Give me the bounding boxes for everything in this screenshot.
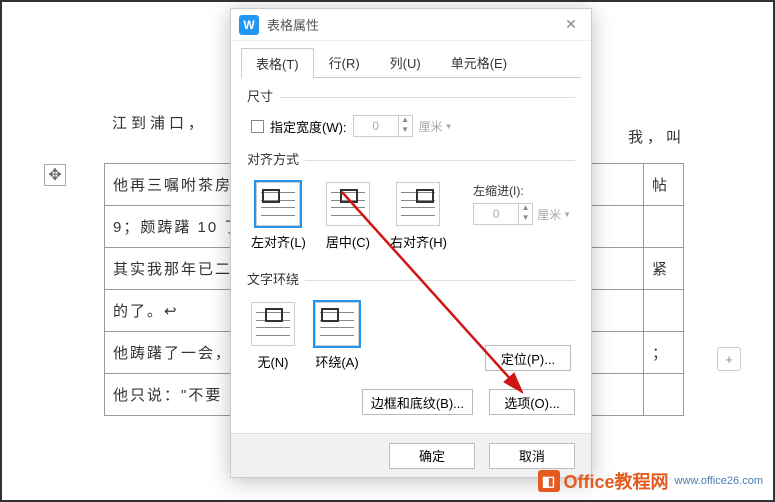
watermark-logo-icon: ◧	[538, 470, 560, 492]
table-properties-dialog: W 表格属性 ✕ 表格(T) 行(R) 列(U) 单元格(E) 尺寸 指定宽度(…	[230, 8, 592, 478]
wrap-none-option[interactable]: 无(N)	[251, 302, 295, 371]
close-icon[interactable]: ✕	[559, 16, 583, 33]
wrap-around-label: 环绕(A)	[315, 352, 358, 371]
alignment-label: 对齐方式	[247, 149, 299, 168]
align-left-option[interactable]: 左对齐(L)	[251, 182, 306, 251]
specify-width-label: 指定宽度(W):	[270, 117, 347, 136]
tab-row[interactable]: 行(R)	[314, 47, 375, 77]
width-unit-select[interactable]: 厘米▼	[419, 118, 453, 135]
specify-width-checkbox[interactable]	[251, 120, 264, 133]
indent-input[interactable]	[474, 204, 518, 224]
indent-unit-select[interactable]: 厘米▼	[537, 206, 571, 223]
wrap-around-option[interactable]: 环绕(A)	[315, 302, 359, 371]
app-icon: W	[239, 15, 259, 35]
watermark: ◧ Office教程网 www.office26.com	[538, 468, 763, 494]
options-button[interactable]: 选项(O)...	[489, 389, 575, 415]
spin-down-icon[interactable]: ▼	[519, 214, 532, 224]
align-right-icon	[396, 182, 440, 226]
width-input[interactable]	[354, 116, 398, 136]
align-center-icon	[326, 182, 370, 226]
position-button[interactable]: 定位(P)...	[485, 345, 571, 371]
align-right-label: 右对齐(H)	[390, 232, 447, 251]
left-indent-label: 左缩进(I):	[473, 182, 571, 199]
align-center-option[interactable]: 居中(C)	[326, 182, 370, 251]
dialog-title: 表格属性	[267, 15, 559, 34]
tab-cell[interactable]: 单元格(E)	[436, 47, 522, 77]
border-shading-button[interactable]: 边框和底纹(B)...	[362, 389, 473, 415]
align-center-label: 居中(C)	[326, 232, 370, 251]
add-column-button[interactable]: +	[717, 347, 741, 371]
wrap-label: 文字环绕	[247, 269, 299, 288]
table-move-handle[interactable]: ✥	[44, 164, 66, 186]
ok-button[interactable]: 确定	[389, 443, 475, 469]
indent-spinner[interactable]: ▲▼	[473, 203, 533, 225]
width-spinner[interactable]: ▲▼	[353, 115, 413, 137]
cancel-button[interactable]: 取消	[489, 443, 575, 469]
tab-bar: 表格(T) 行(R) 列(U) 单元格(E)	[241, 47, 581, 78]
align-left-icon	[256, 182, 300, 226]
wrap-none-icon	[251, 302, 295, 346]
tab-column[interactable]: 列(U)	[375, 47, 436, 77]
tab-table[interactable]: 表格(T)	[241, 48, 314, 78]
spin-down-icon[interactable]: ▼	[399, 126, 412, 136]
wrap-none-label: 无(N)	[257, 352, 288, 371]
doc-text-frag: 我，叫	[628, 126, 685, 147]
wrap-around-icon	[315, 302, 359, 346]
align-left-label: 左对齐(L)	[251, 232, 306, 251]
align-right-option[interactable]: 右对齐(H)	[390, 182, 447, 251]
size-label: 尺寸	[247, 86, 273, 105]
